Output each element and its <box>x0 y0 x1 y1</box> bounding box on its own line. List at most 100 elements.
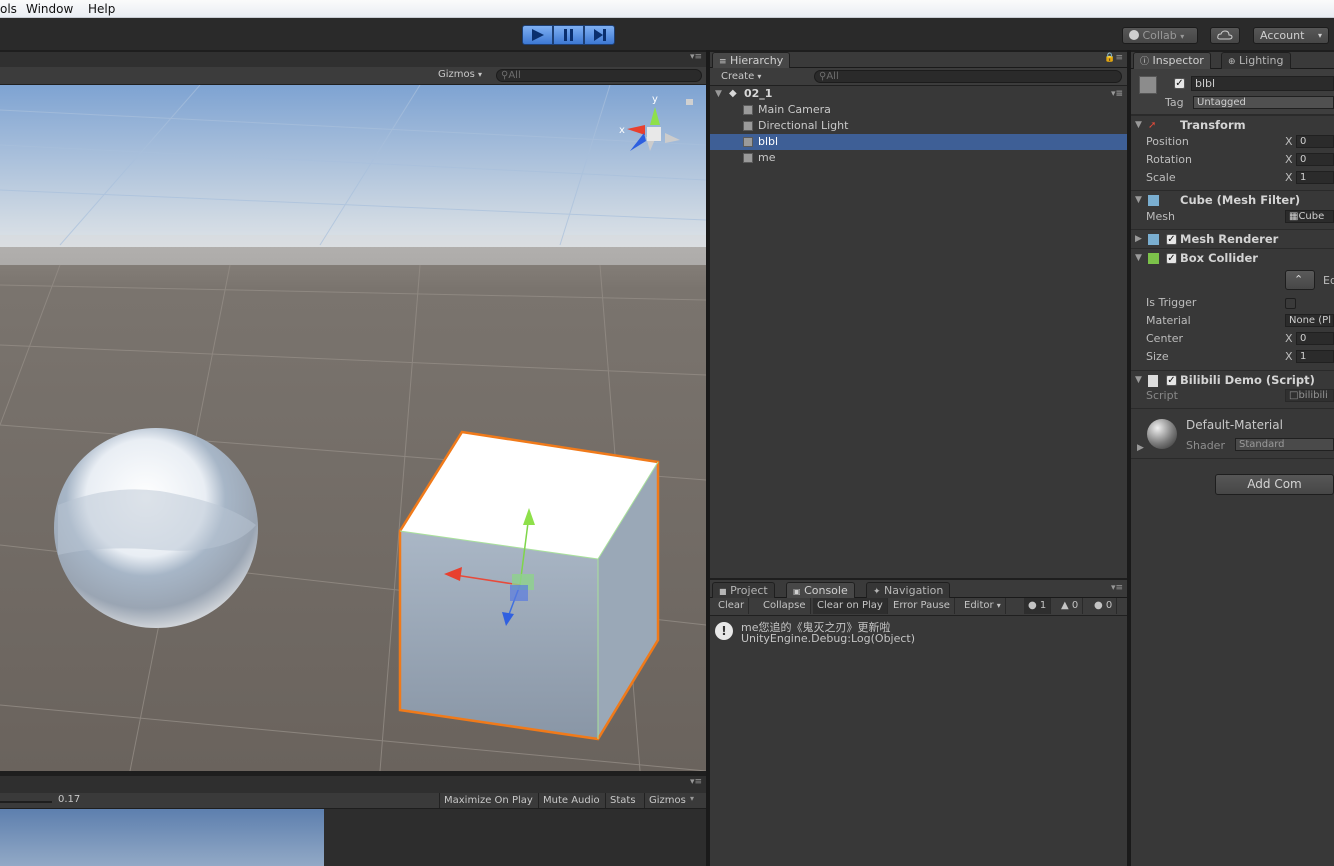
collab-button[interactable]: Collab ▾ <box>1122 27 1198 44</box>
play-icon <box>531 29 544 41</box>
physic-material-field[interactable]: None (Pl <box>1285 314 1334 327</box>
hierarchy-item-blbl[interactable]: blbl <box>710 134 1127 150</box>
script-icon <box>1148 375 1158 387</box>
info-filter-toggle[interactable]: ● 1 <box>1024 598 1052 614</box>
scene-root-item[interactable]: ▼ ◆ 02_1 ▾≡ <box>710 86 1127 102</box>
error-pause-toggle[interactable]: Error Pause <box>889 598 955 614</box>
box-collider-header[interactable]: ▼ ✓ Box Collider <box>1131 248 1334 267</box>
clear-button[interactable]: Clear <box>714 598 750 614</box>
hierarchy-toolbar: Create ▾ ⚲All <box>710 68 1127 86</box>
tab-project[interactable]: ■ Project <box>712 582 775 599</box>
edit-collider-icon: ⌃ <box>1294 273 1304 286</box>
tab-inspector[interactable]: ⓘ Inspector <box>1133 52 1211 70</box>
chevron-down-icon: ▾ <box>690 794 695 803</box>
panel-menu-icon[interactable]: ▾≡ <box>690 52 702 62</box>
editor-dropdown[interactable]: Editor ▾ <box>960 598 1006 614</box>
mesh-filter-icon <box>1148 195 1159 206</box>
expand-arrow-icon: ▼ <box>1135 253 1142 263</box>
position-row: Position X 0 <box>1131 133 1334 151</box>
game-view-empty <box>324 809 706 866</box>
rotation-x-field[interactable]: 0 <box>1296 153 1334 166</box>
box-collider-icon <box>1148 253 1159 264</box>
scale-x-field[interactable]: 1 <box>1296 171 1334 184</box>
account-dropdown[interactable]: Account ▾ <box>1253 27 1329 44</box>
collapsed-arrow-icon: ▶ <box>1137 443 1144 453</box>
menu-tools[interactable]: ols <box>0 2 17 16</box>
scene-toolbar: Gizmos ▾ ⚲All <box>0 67 706 85</box>
cloud-button[interactable] <box>1210 27 1240 44</box>
mute-audio-button[interactable]: Mute Audio <box>538 793 604 808</box>
hierarchy-item-directional-light[interactable]: Directional Light <box>710 118 1127 134</box>
position-x-field[interactable]: 0 <box>1296 135 1334 148</box>
lock-and-menu-icon[interactable]: 🔒≡ <box>1104 53 1123 63</box>
center-row: Center X 0 <box>1131 330 1334 348</box>
object-name-field[interactable]: blbl <box>1191 76 1334 91</box>
game-gizmos-dropdown[interactable]: Gizmos <box>644 793 690 808</box>
console-tab-bar: ■ Project ▣ Console ✦ Navigation ▾≡ <box>710 580 1127 600</box>
scene-viewport[interactable]: x y x <box>0 85 706 771</box>
info-icon: ⓘ <box>1140 57 1150 67</box>
chevron-down-icon: ▾ <box>1180 32 1185 41</box>
inspector-panel: ⓘ Inspector ⊕ Lighting ✓ blbl Tag Untagg… <box>1131 52 1334 866</box>
panel-menu-icon[interactable]: ▾≡ <box>690 777 702 787</box>
script-row: Script □bilibili <box>1131 387 1334 405</box>
shader-dropdown[interactable]: Standard <box>1235 438 1334 451</box>
scale-value: 0.17 <box>58 794 81 805</box>
info-message-icon: ! <box>715 622 733 640</box>
hierarchy-item-main-camera[interactable]: Main Camera <box>710 102 1127 118</box>
script-field: □bilibili <box>1285 389 1334 402</box>
error-filter-toggle[interactable]: ● 0 <box>1090 598 1118 614</box>
material-sphere-preview <box>1147 419 1177 449</box>
play-button[interactable] <box>522 25 553 45</box>
size-row: Size X 1 <box>1131 348 1334 366</box>
scale-slider[interactable] <box>0 801 52 803</box>
material-row: Material None (Pl <box>1131 312 1334 330</box>
folder-icon: ■ <box>719 587 727 596</box>
mesh-renderer-header[interactable]: ▶ ✓ Mesh Renderer <box>1131 229 1334 248</box>
material-section: ▶ Default-Material Shader Standard <box>1131 408 1334 458</box>
hierarchy-search-input[interactable]: ⚲All <box>814 70 1122 83</box>
mesh-renderer-enabled-checkbox[interactable]: ✓ <box>1166 234 1177 245</box>
console-log-entry[interactable]: ! me您追的《鬼灭之刃》更新啦 UnityEngine.Debug:Log(O… <box>710 618 1127 646</box>
size-x-field[interactable]: 1 <box>1296 350 1334 363</box>
create-dropdown[interactable]: Create ▾ <box>721 71 761 82</box>
object-active-checkbox[interactable]: ✓ <box>1174 78 1185 89</box>
scene-menu-icon[interactable]: ▾≡ <box>1111 86 1123 102</box>
script-enabled-checkbox[interactable]: ✓ <box>1166 375 1177 386</box>
console-panel: ■ Project ▣ Console ✦ Navigation ▾≡ Clea… <box>710 580 1127 866</box>
add-component-button[interactable]: Add Com <box>1215 474 1334 495</box>
tab-lighting[interactable]: ⊕ Lighting <box>1221 52 1291 70</box>
is-trigger-checkbox[interactable] <box>1285 298 1296 309</box>
tag-dropdown[interactable]: Untagged <box>1193 96 1334 109</box>
collapse-button[interactable]: Collapse <box>759 598 811 614</box>
mesh-filter-header[interactable]: ▼ Cube (Mesh Filter) <box>1131 190 1334 209</box>
maximize-on-play-button[interactable]: Maximize On Play <box>439 793 537 808</box>
rotation-row: Rotation X 0 <box>1131 151 1334 169</box>
info-icon: ● <box>1028 600 1037 611</box>
menu-window[interactable]: Window <box>26 2 73 16</box>
menu-help[interactable]: Help <box>88 2 115 16</box>
check-circle-icon <box>1129 30 1139 40</box>
expand-arrow-icon[interactable]: ▼ <box>715 86 722 102</box>
warning-filter-toggle[interactable]: ▲ 0 <box>1057 598 1084 614</box>
edit-collider-button[interactable]: ⌃ <box>1285 270 1315 290</box>
cloud-icon <box>1217 30 1233 40</box>
transform-header[interactable]: ▼ ➚ Transform <box>1131 115 1334 134</box>
inspector-tab-bar: ⓘ Inspector ⊕ Lighting <box>1131 52 1334 70</box>
warning-icon: ▲ <box>1061 600 1069 611</box>
gizmos-dropdown[interactable]: Gizmos ▾ <box>438 69 482 80</box>
gizmo-y-text: y <box>652 94 658 105</box>
tab-console[interactable]: ▣ Console <box>786 582 855 599</box>
center-x-field[interactable]: 0 <box>1296 332 1334 345</box>
scene-search-input[interactable]: ⚲All <box>496 69 702 82</box>
lighting-icon: ⊕ <box>1228 57 1236 67</box>
box-collider-enabled-checkbox[interactable]: ✓ <box>1166 253 1177 264</box>
hierarchy-item-me[interactable]: me <box>710 150 1127 166</box>
panel-menu-icon[interactable]: ▾≡ <box>1111 583 1123 593</box>
mesh-row: Mesh ▦Cube <box>1131 208 1334 226</box>
stats-button[interactable]: Stats <box>605 793 640 808</box>
clear-on-play-toggle[interactable]: Clear on Play <box>813 598 888 614</box>
step-button[interactable] <box>584 25 615 45</box>
mesh-field[interactable]: ▦Cube <box>1285 210 1334 223</box>
pause-button[interactable] <box>553 25 584 45</box>
